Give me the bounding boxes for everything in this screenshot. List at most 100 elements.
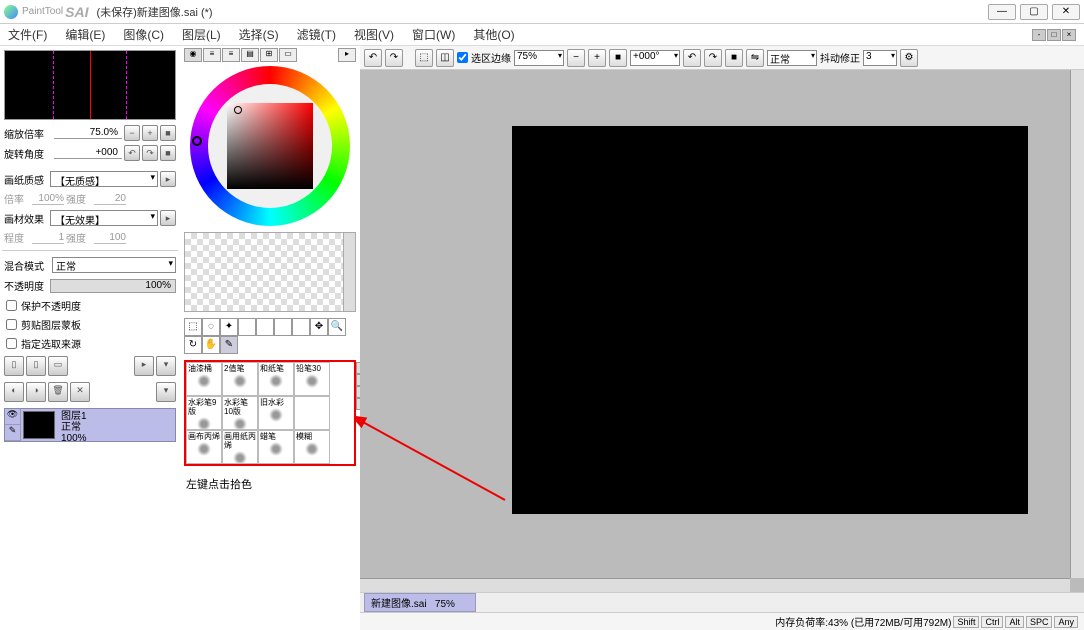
canvas-zoom-select[interactable]: 75% <box>514 50 564 66</box>
sv-picker-icon[interactable] <box>234 106 242 114</box>
spare-tool-2[interactable] <box>256 318 274 336</box>
select-rect-tool[interactable]: ⬚ <box>184 318 202 336</box>
layer-item[interactable]: 👁✎ 图层1 正常 100% <box>4 408 176 442</box>
hue-picker-icon[interactable] <box>192 136 202 146</box>
paper-quality-select[interactable]: 【无质感】 <box>50 171 158 187</box>
color-wheel[interactable] <box>190 66 350 226</box>
spare-tool-4[interactable] <box>292 318 310 336</box>
document-tab[interactable]: 新建图像.sai 75% <box>364 593 476 612</box>
flip-h-button[interactable]: ⇋ <box>746 49 764 67</box>
paper-quality-menu-button[interactable]: ▸ <box>160 171 176 187</box>
canvas[interactable] <box>512 126 1028 514</box>
swatch-scrollbar[interactable] <box>343 233 355 311</box>
menu-other[interactable]: 其他(O) <box>473 26 514 43</box>
visibility-icon[interactable]: 👁 <box>5 409 20 425</box>
color-scratch-mode-icon[interactable]: ▭ <box>279 48 297 62</box>
menu-filter[interactable]: 滤镜(T) <box>297 26 336 43</box>
effect-select[interactable]: 【无效果】 <box>50 210 158 226</box>
clip-mask-checkbox[interactable]: 剪贴图层蒙板 <box>6 317 174 332</box>
spare-tool-3[interactable] <box>274 318 292 336</box>
new-vector-layer-button[interactable]: ▯ <box>26 356 46 376</box>
delete-layer-button[interactable]: 🗑 <box>48 382 68 402</box>
rotate-value[interactable]: +000 <box>54 147 122 159</box>
canvas-rotate-ccw-button[interactable]: ↶ <box>683 49 701 67</box>
eyedropper-tool[interactable]: ✎ <box>220 336 238 354</box>
color-square[interactable] <box>227 103 313 189</box>
menu-image[interactable]: 图像(C) <box>123 26 164 43</box>
menu-select[interactable]: 选择(S) <box>239 26 279 43</box>
stabilizer-select[interactable]: 3 <box>863 50 897 66</box>
canvas-rotate-reset-button[interactable]: ■ <box>725 49 743 67</box>
rotate-reset-button[interactable]: ■ <box>160 145 176 161</box>
add-mask-button[interactable]: ◐ <box>4 382 24 402</box>
brush-blur[interactable]: 模糊 <box>294 430 330 464</box>
redo-button[interactable]: ↷ <box>385 49 403 67</box>
mdi-close-button[interactable]: × <box>1062 29 1076 41</box>
rotate-tool[interactable]: ↻ <box>184 336 202 354</box>
brush-paper-acrylic[interactable]: 画用纸丙烯 <box>222 430 258 464</box>
color-swatch-mode-icon[interactable]: ⊞ <box>260 48 278 62</box>
color-wheel-mode-icon[interactable]: ◉ <box>184 48 202 62</box>
canvas-rotate-cw-button[interactable]: ↷ <box>704 49 722 67</box>
clear-layer-button[interactable]: ✕ <box>70 382 90 402</box>
mdi-restore-button[interactable]: □ <box>1047 29 1061 41</box>
color-hsv-mode-icon[interactable]: ≡ <box>222 48 240 62</box>
brush-canvas-acrylic[interactable]: 画布丙烯 <box>186 430 222 464</box>
apply-mask-button[interactable]: ◑ <box>26 382 46 402</box>
invert-sel-button[interactable]: ◫ <box>436 49 454 67</box>
undo-button[interactable]: ↶ <box>364 49 382 67</box>
brush-bucket[interactable]: 油漆桶 <box>186 362 222 396</box>
magic-wand-tool[interactable]: ✦ <box>220 318 238 336</box>
menu-edit[interactable]: 编辑(E) <box>65 26 105 43</box>
new-layer-button[interactable]: ▯ <box>4 356 24 376</box>
canvas-mode-select[interactable]: 正常 <box>767 50 817 66</box>
lasso-tool[interactable]: ◌ <box>202 318 220 336</box>
zoom-in-button[interactable]: + <box>142 125 158 141</box>
menu-layer[interactable]: 图层(L) <box>182 26 221 43</box>
canvas-zoom-out-button[interactable]: − <box>567 49 585 67</box>
canvas-v-scrollbar[interactable] <box>1070 70 1084 578</box>
swatch-panel[interactable] <box>184 232 356 312</box>
flatten-button[interactable]: ▾ <box>156 382 176 402</box>
selection-border-checkbox[interactable] <box>457 52 468 63</box>
opacity-slider[interactable]: 100% <box>50 279 176 293</box>
hand-tool[interactable]: ✋ <box>202 336 220 354</box>
spare-tool-1[interactable] <box>238 318 256 336</box>
navigator-thumbnail[interactable] <box>4 50 176 120</box>
menu-view[interactable]: 视图(V) <box>354 26 394 43</box>
close-button[interactable]: ✕ <box>1052 4 1080 20</box>
canvas-zoom-fit-button[interactable]: ■ <box>609 49 627 67</box>
deselect-button[interactable]: ⬚ <box>415 49 433 67</box>
mdi-minimize-button[interactable]: - <box>1032 29 1046 41</box>
maximize-button[interactable]: ▢ <box>1020 4 1048 20</box>
canvas-viewport[interactable] <box>360 70 1084 592</box>
canvas-zoom-in-button[interactable]: + <box>588 49 606 67</box>
minimize-button[interactable]: — <box>988 4 1016 20</box>
canvas-angle-select[interactable]: +000° <box>630 50 680 66</box>
brush-watercolor10[interactable]: 水彩笔10版 <box>222 396 258 430</box>
zoom-tool[interactable]: 🔍 <box>328 318 346 336</box>
brush-empty[interactable] <box>294 396 330 430</box>
color-rgb-mode-icon[interactable]: ≡ <box>203 48 221 62</box>
merge-button[interactable]: ▾ <box>156 356 176 376</box>
brush-pencil30[interactable]: 铅笔30 <box>294 362 330 396</box>
brush-binary[interactable]: 2值笔 <box>222 362 258 396</box>
blend-mode-select[interactable]: 正常 <box>52 257 176 273</box>
brush-crayon[interactable]: 蜡笔 <box>258 430 294 464</box>
protect-opacity-checkbox[interactable]: 保护不透明度 <box>6 298 174 313</box>
menu-file[interactable]: 文件(F) <box>8 26 47 43</box>
new-folder-button[interactable]: ▭ <box>48 356 68 376</box>
brush-watercolor9[interactable]: 水彩笔9版 <box>186 396 222 430</box>
move-tool[interactable]: ✥ <box>310 318 328 336</box>
select-source-checkbox[interactable]: 指定选取来源 <box>6 336 174 351</box>
brush-washi[interactable]: 和纸笔 <box>258 362 294 396</box>
brush-oldwater[interactable]: 旧水彩 <box>258 396 294 430</box>
rotate-ccw-button[interactable]: ↶ <box>124 145 140 161</box>
zoom-out-button[interactable]: − <box>124 125 140 141</box>
zoom-value[interactable]: 75.0% <box>54 127 122 139</box>
edit-icon[interactable]: ✎ <box>5 425 20 441</box>
canvas-h-scrollbar[interactable] <box>360 578 1070 592</box>
color-panel-menu-button[interactable]: ▸ <box>338 48 356 62</box>
rotate-cw-button[interactable]: ↷ <box>142 145 158 161</box>
effect-menu-button[interactable]: ▸ <box>160 210 176 226</box>
